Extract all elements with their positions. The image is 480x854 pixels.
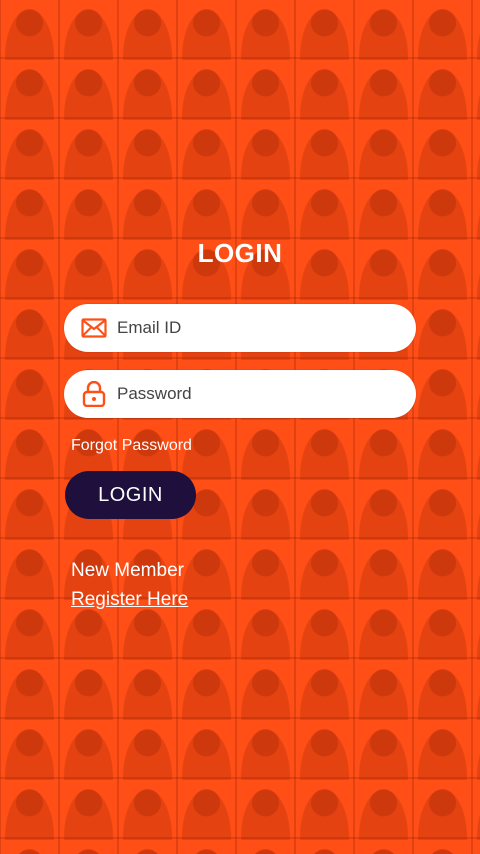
forgot-password-link[interactable]: Forgot Password <box>71 437 192 455</box>
lock-icon <box>81 381 107 407</box>
password-input[interactable] <box>117 384 397 404</box>
new-member-label: New Member <box>71 560 184 581</box>
photo-grid-background <box>0 0 480 854</box>
envelope-icon <box>81 315 107 341</box>
password-field[interactable] <box>64 370 416 418</box>
page-title: LOGIN <box>197 238 283 268</box>
register-link[interactable]: Register Here <box>71 589 188 611</box>
login-button[interactable]: LOGIN <box>65 471 196 519</box>
email-input[interactable] <box>117 318 397 338</box>
email-field[interactable] <box>64 304 416 352</box>
